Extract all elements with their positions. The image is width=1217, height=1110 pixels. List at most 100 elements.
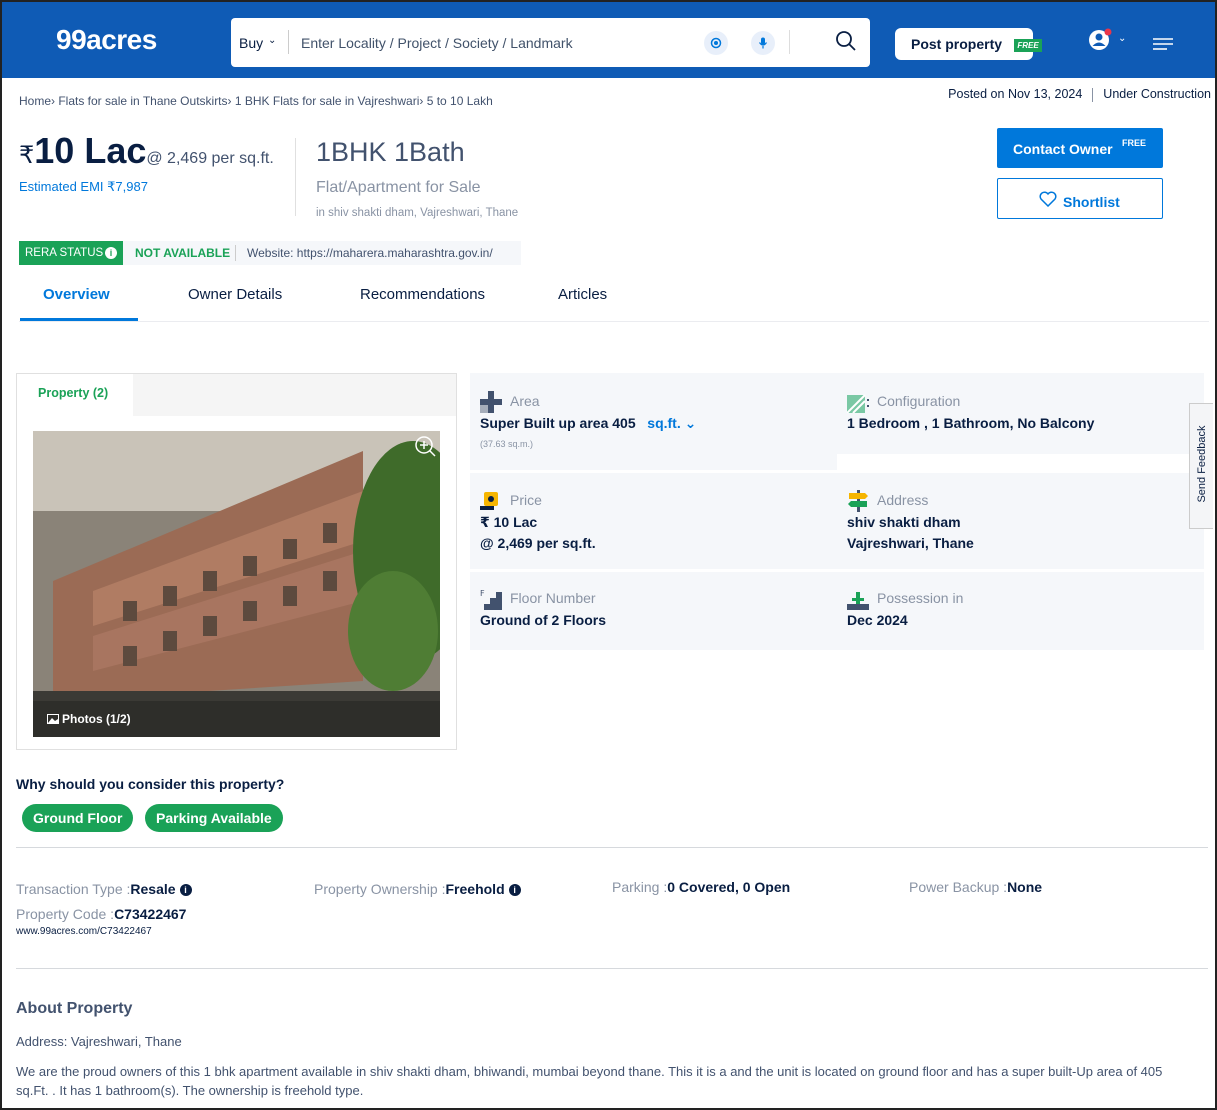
address-cell: Address shiv shakti dham Vajreshwari, Th… xyxy=(847,490,1187,551)
configuration-cell: Configuration 1 Bedroom , 1 Bathroom, No… xyxy=(847,391,1187,451)
floor-label: Floor Number xyxy=(510,590,596,606)
top-navbar: 99acres Buy ⌄ Post property FREE ⌄ xyxy=(2,2,1215,78)
property-url[interactable]: www.99acres.com/C73422467 xyxy=(16,926,152,937)
rera-website: Website: https://maharera.maharashtra.go… xyxy=(247,246,493,260)
divider xyxy=(789,30,790,54)
floor-icon: F xyxy=(480,589,502,610)
gallery-tab-property[interactable]: Property (2) xyxy=(17,374,133,416)
rera-status: NOT AVAILABLE xyxy=(135,246,231,260)
shortlist-label: Shortlist xyxy=(1063,194,1120,210)
active-tab-indicator xyxy=(20,318,138,321)
floor-value: Ground of 2 Floors xyxy=(480,612,606,628)
breadcrumb[interactable]: Home› Flats for sale in Thane Outskirts›… xyxy=(19,94,493,108)
image-icon xyxy=(47,714,59,724)
possession-label: Possession in xyxy=(877,590,964,606)
posted-info: Posted on Nov 13, 2024 Under Construction xyxy=(948,87,1211,102)
possession-value: Dec 2024 xyxy=(847,612,908,628)
tab-bar: Overview Owner Details Recommendations A… xyxy=(19,282,1209,322)
power-backup-value: None xyxy=(1007,879,1043,895)
menu-icon[interactable] xyxy=(1153,37,1173,51)
logo[interactable]: 99acres xyxy=(56,24,157,56)
shortlist-button[interactable]: Shortlist xyxy=(997,178,1163,219)
photos-count[interactable]: Photos (1/2) xyxy=(62,712,131,726)
power-backup-label: Power Backup : xyxy=(909,879,1008,895)
divider xyxy=(235,245,236,261)
signpost-icon xyxy=(848,490,868,512)
free-badge: FREE xyxy=(1014,39,1042,52)
parking-info: Parking :0 Covered, 0 Open xyxy=(612,879,790,895)
chevron-down-icon[interactable]: ⌄ xyxy=(1118,33,1126,44)
why-consider-heading: Why should you consider this property? xyxy=(16,776,285,792)
tab-articles[interactable]: Articles xyxy=(558,286,607,303)
divider xyxy=(16,847,1208,848)
property-code-value: C73422467 xyxy=(114,906,187,922)
contact-owner-button[interactable]: Contact Owner FREE xyxy=(997,128,1163,168)
ownership-label: Property Ownership : xyxy=(314,881,446,897)
address-label: Address xyxy=(877,492,929,508)
area-icon xyxy=(480,391,502,413)
property-photo[interactable]: Photos (1/2) xyxy=(33,431,440,737)
user-icon[interactable] xyxy=(1088,28,1114,52)
price-cell: Price ₹ 10 Lac @ 2,469 per sq.ft. xyxy=(480,490,820,551)
divider xyxy=(295,138,296,216)
rera-status-badge: RERA STATUS i xyxy=(19,241,123,265)
parking-label: Parking : xyxy=(612,879,668,895)
chip-ground-floor: Ground Floor xyxy=(22,804,134,832)
location-icon[interactable] xyxy=(704,31,728,55)
rera-bar: RERA STATUS i NOT AVAILABLE Website: htt… xyxy=(19,241,521,265)
area-unit-dropdown[interactable]: sq.ft. xyxy=(647,415,680,431)
zoom-icon[interactable] xyxy=(414,435,436,457)
property-ownership: Property Ownership :Freehold i xyxy=(314,881,521,897)
grid-gap xyxy=(470,569,1204,572)
gallery-tab-label: Property (2) xyxy=(38,386,109,400)
building-image xyxy=(33,431,440,737)
tab-owner-details[interactable]: Owner Details xyxy=(188,286,282,303)
post-property-button[interactable]: Post property FREE xyxy=(895,28,1042,60)
buy-dropdown[interactable]: Buy xyxy=(239,35,263,51)
gallery-tab-strip xyxy=(133,374,456,416)
send-feedback-tab[interactable]: Send Feedback xyxy=(1189,403,1213,529)
area-sqm: (37.63 sq.m.) xyxy=(480,439,534,449)
configuration-value: 1 Bedroom , 1 Bathroom, No Balcony xyxy=(847,415,1095,431)
price-amount: 10 Lac xyxy=(34,130,147,171)
price-label: Price xyxy=(510,492,542,508)
heart-icon xyxy=(1039,191,1057,207)
search-input[interactable] xyxy=(301,32,681,54)
price-per-sqft: @ 2,469 per sq.ft. xyxy=(146,150,274,167)
construction-status: Under Construction xyxy=(1103,87,1211,101)
ownership-value: Freehold xyxy=(445,881,505,897)
transaction-type-label: Transaction Type : xyxy=(16,881,131,897)
address-line2: Vajreshwari, Thane xyxy=(847,535,974,551)
info-icon[interactable]: i xyxy=(508,884,521,896)
listing-location: in shiv shakti dham, Vajreshwari, Thane xyxy=(316,207,519,219)
photo-gallery: Property (2) Photos (1/2) xyxy=(16,373,457,750)
price-block: ₹10 Lac@ 2,469 per sq.ft. xyxy=(19,130,274,172)
currency-symbol: ₹ xyxy=(19,142,35,169)
price-value: ₹ 10 Lac xyxy=(480,514,538,530)
post-property-label: Post property xyxy=(911,36,1003,52)
power-backup: Power Backup :None xyxy=(909,879,1042,895)
chevron-down-icon[interactable]: ⌄ xyxy=(681,415,697,431)
chip-parking-available: Parking Available xyxy=(145,804,283,832)
property-details-grid: Area Super Built up area 405 sq.ft. ⌄ (3… xyxy=(470,373,1204,650)
grid-gap xyxy=(837,454,1204,470)
tab-recommendations[interactable]: Recommendations xyxy=(360,286,485,303)
microphone-icon[interactable] xyxy=(751,31,775,55)
about-address: Address: Vajreshwari, Thane xyxy=(16,1034,182,1049)
about-property-heading: About Property xyxy=(16,1000,133,1017)
tab-overview[interactable]: Overview xyxy=(43,286,110,303)
info-icon[interactable]: i xyxy=(105,247,117,259)
info-icon[interactable]: i xyxy=(179,884,192,896)
possession-cell: Possession in Dec 2024 xyxy=(847,588,1187,638)
area-label: Area xyxy=(510,393,540,409)
svg-text:F: F xyxy=(480,589,485,598)
parking-value: 0 Covered, 0 Open xyxy=(667,879,791,895)
address-line1: shiv shakti dham xyxy=(847,514,961,530)
chevron-down-icon[interactable]: ⌄ xyxy=(268,35,276,46)
estimated-emi-link[interactable]: Estimated EMI ₹7,987 xyxy=(19,179,148,195)
property-code-label: Property Code : xyxy=(16,906,115,922)
configuration-label: Configuration xyxy=(877,393,961,409)
search-icon[interactable] xyxy=(835,30,857,52)
divider xyxy=(288,30,289,54)
possession-icon xyxy=(847,592,869,610)
